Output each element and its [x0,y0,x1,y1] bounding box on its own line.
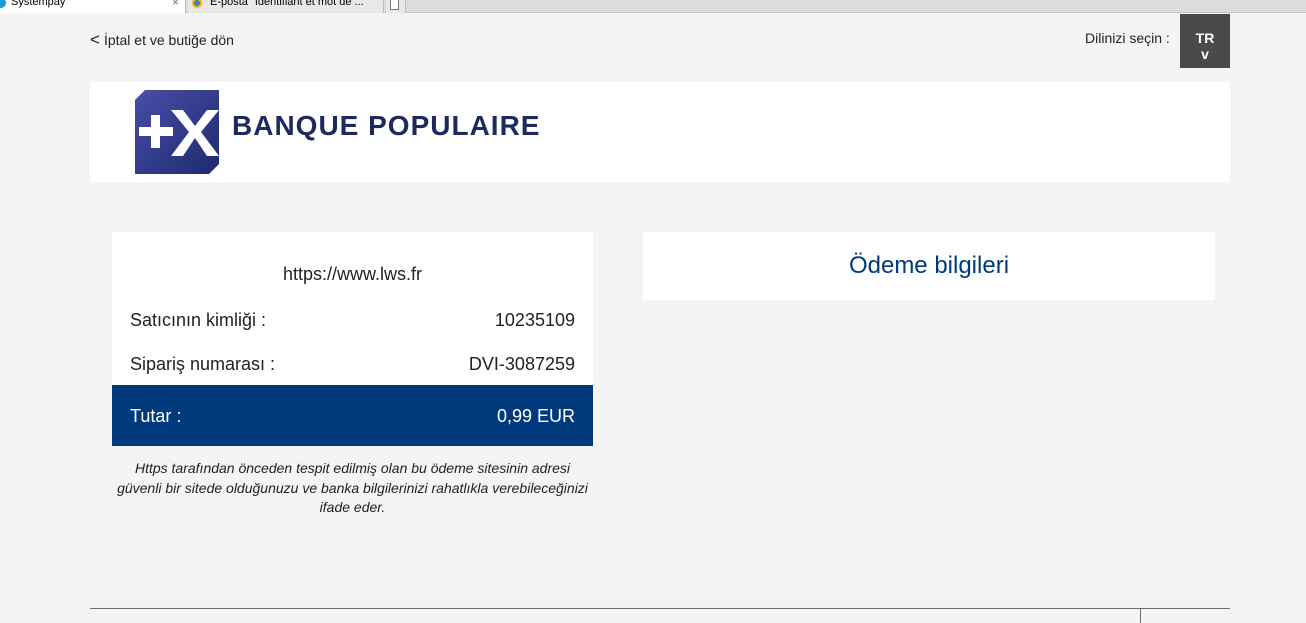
order-summary-card: https://www.lws.fr Satıcının kimliği : 1… [112,232,593,446]
browser-tab-systempay[interactable]: Systempay × [0,0,186,13]
ie-favicon-icon [192,0,202,8]
chevron-down-icon: v [1201,46,1209,62]
amount-value: 0,99 EUR [496,406,575,426]
browser-tab-strip: Systempay × E-posta "Identifiant et mot … [0,0,1306,13]
cancel-return-link[interactable]: < İptal et ve butiğe dön [90,30,234,50]
banque-populaire-logo-icon [135,90,219,174]
amount-bar: Tutar : 0,99 EUR [112,385,593,446]
brand-header: BANQUE POPULAIRE [90,82,1230,182]
language-code: TR [1195,30,1215,46]
footer-divider [90,608,1230,609]
language-selector-button[interactable]: TR v [1180,14,1230,68]
amount-label: Tutar : [130,406,182,426]
language-label: Dilinizi seçin : [1085,30,1170,46]
systempay-favicon-icon [0,0,6,8]
security-note: Https tarafından önceden tespit edilmiş … [117,460,588,515]
brand-name: BANQUE POPULAIRE [232,110,541,141]
payment-info-card: Ödeme bilgileri [643,232,1215,300]
merchant-id-value: 10235109 [494,310,575,330]
new-tab-button[interactable] [386,0,406,13]
browser-tab-email[interactable]: E-posta "Identifiant et mot de ... [188,0,384,13]
tab-title: E-posta "Identifiant et mot de ... [210,0,364,8]
order-number-label: Sipariş numarası : [130,354,276,374]
new-tab-icon [390,0,399,10]
close-icon[interactable]: × [172,0,179,8]
shop-url: https://www.lws.fr [282,264,423,284]
cancel-return-label: İptal et ve butiğe dön [103,32,234,48]
order-number-value: DVI-3087259 [468,354,575,374]
tab-title: Systempay [11,0,66,8]
merchant-id-label: Satıcının kimliği : [130,310,267,330]
payment-info-title: Ödeme bilgileri [848,252,1010,279]
chevron-left-icon: < [90,30,100,49]
footer-divider-tick [1140,609,1141,623]
